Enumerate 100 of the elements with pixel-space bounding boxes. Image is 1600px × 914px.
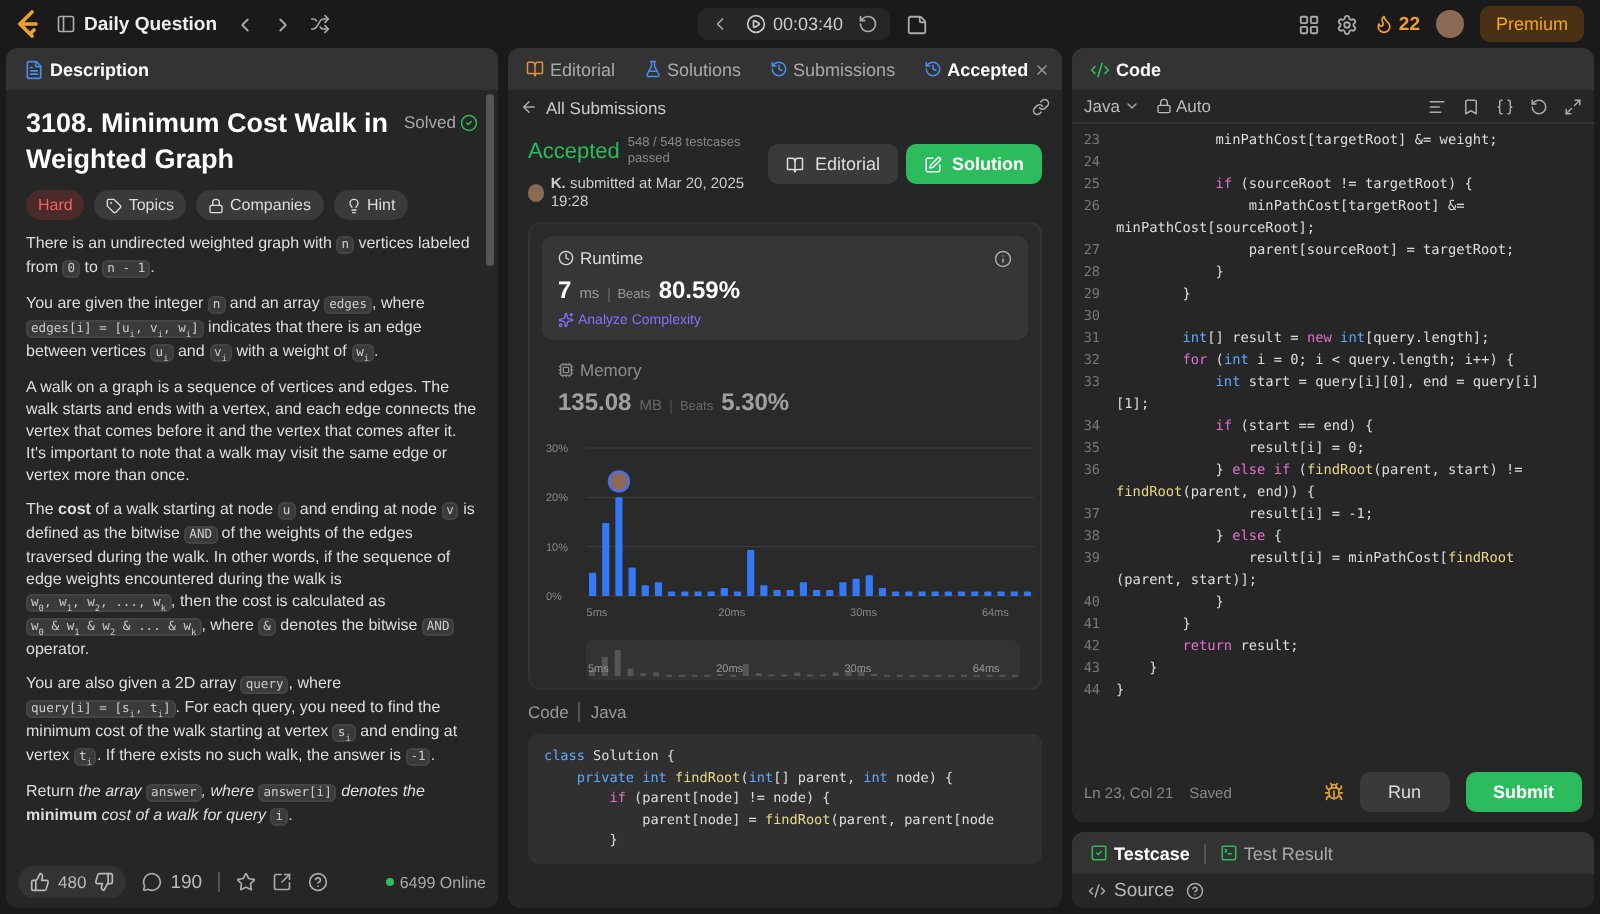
auto-mode[interactable]: Auto: [1155, 96, 1211, 116]
help-icon: [1186, 882, 1205, 900]
close-icon[interactable]: [1034, 61, 1051, 77]
play-icon: [746, 14, 767, 34]
chart-bar: [773, 590, 781, 596]
verdict: Accepted: [528, 140, 620, 164]
chart-bar: [589, 572, 597, 596]
beats-value: 80.59%: [658, 276, 741, 304]
tag-chip[interactable]: Hint: [333, 190, 408, 220]
chart-bar: [707, 591, 715, 596]
tag-chip[interactable]: Companies: [196, 190, 323, 220]
metric-value: 135.08: [558, 388, 632, 416]
expand-button[interactable]: [1564, 97, 1582, 115]
tag-chip[interactable]: Topics: [94, 190, 187, 220]
chart-bar: [681, 591, 689, 596]
chart-bar: [628, 567, 636, 596]
document-icon: [24, 59, 44, 79]
comment-icon: [142, 872, 163, 892]
reset-timer-button[interactable]: [858, 14, 879, 34]
favorite-button[interactable]: [236, 872, 257, 892]
panel-tab[interactable]: Solutions: [637, 59, 748, 79]
chart-bar: [641, 585, 649, 596]
flask-icon: [643, 60, 662, 78]
chart-bar: [957, 591, 966, 596]
source-button[interactable]: Source: [1088, 880, 1175, 902]
copy-link-button[interactable]: [1032, 98, 1050, 116]
panel-tab[interactable]: Submissions: [763, 59, 902, 79]
beats-value: 5.30%: [721, 388, 790, 416]
avatar: [528, 183, 545, 201]
star-icon: [236, 872, 257, 892]
metric-label: Memory: [558, 360, 642, 380]
shuffle-button[interactable]: [309, 14, 330, 34]
link-icon: [1032, 98, 1050, 116]
chart-bar: [813, 590, 821, 596]
notes-button[interactable]: [906, 13, 929, 35]
history-icon: [923, 60, 942, 78]
language-select[interactable]: Java: [1084, 96, 1140, 116]
book-icon: [786, 155, 805, 173]
share-icon: [272, 872, 293, 892]
chart-bar: [865, 575, 873, 596]
back-link[interactable]: All Submissions: [520, 97, 666, 117]
chart-bar: [892, 591, 900, 596]
check-icon: [460, 113, 478, 131]
help-button[interactable]: [308, 872, 329, 892]
chart-bar: [733, 591, 742, 596]
logo-icon: [16, 10, 40, 38]
terminal-icon: [1219, 844, 1238, 862]
avatar[interactable]: [1435, 10, 1464, 38]
shuffle-icon: [309, 14, 330, 34]
metric-label: Runtime: [558, 248, 644, 268]
checkbox-icon: [1090, 844, 1108, 862]
settings-icon: [1336, 13, 1359, 35]
run-button[interactable]: Run: [1359, 772, 1449, 812]
debug-button[interactable]: [1323, 782, 1344, 802]
chart-bar: [602, 523, 610, 596]
format-button[interactable]: [1428, 97, 1446, 115]
panel-tab[interactable]: Editorial: [520, 59, 622, 79]
settings-button[interactable]: [1336, 13, 1359, 35]
code-icon: [1090, 59, 1110, 79]
pen-icon: [924, 155, 942, 173]
chart-bar: [786, 590, 794, 596]
tag-icon: [106, 197, 123, 213]
streak-counter[interactable]: 22: [1374, 13, 1420, 35]
chart-bar: [905, 591, 913, 596]
panel-tab[interactable]: Accepted: [917, 59, 1057, 79]
arrow-left-icon: [520, 98, 538, 116]
thumbs-up-icon: [30, 872, 50, 892]
comments-button[interactable]: 190: [142, 871, 203, 893]
grid-icon: [1298, 13, 1321, 35]
braces-button[interactable]: [1496, 97, 1514, 115]
chart-bar: [720, 588, 728, 596]
chart-bar: [997, 591, 1005, 596]
help-icon: [308, 872, 329, 892]
like-button[interactable]: 480: [18, 866, 127, 898]
code-label: Code: [528, 702, 569, 722]
lightbulb-icon: [345, 197, 361, 213]
chart-bar: [694, 591, 702, 596]
reset-button[interactable]: [1530, 97, 1548, 115]
avatar-marker: [607, 470, 631, 493]
description-tab[interactable]: Description: [18, 59, 156, 79]
chart-bar: [852, 578, 860, 596]
lock-icon: [1155, 98, 1172, 114]
layout-button[interactable]: [1298, 13, 1321, 35]
premium-button[interactable]: Premium: [1479, 6, 1584, 42]
share-button[interactable]: [272, 872, 293, 892]
editorial-button[interactable]: Editorial: [768, 144, 898, 184]
chart-bar: [747, 550, 755, 596]
chart-bar: [668, 591, 676, 596]
problem-list-button[interactable]: Daily Question: [56, 13, 218, 35]
panel-tab[interactable]: Test Result: [1213, 843, 1339, 863]
difficulty-label: Hard: [26, 190, 85, 220]
code-tab[interactable]: Code: [1084, 59, 1167, 79]
bookmark-icon: [1462, 97, 1480, 115]
solved-status: Solved: [404, 112, 478, 132]
chart-bar: [799, 582, 807, 596]
reset-icon: [1530, 97, 1548, 115]
panel-tab[interactable]: Testcase: [1084, 843, 1196, 863]
list-icon: [56, 14, 76, 34]
reset-icon: [858, 14, 879, 34]
bookmark-button[interactable]: [1462, 97, 1480, 115]
